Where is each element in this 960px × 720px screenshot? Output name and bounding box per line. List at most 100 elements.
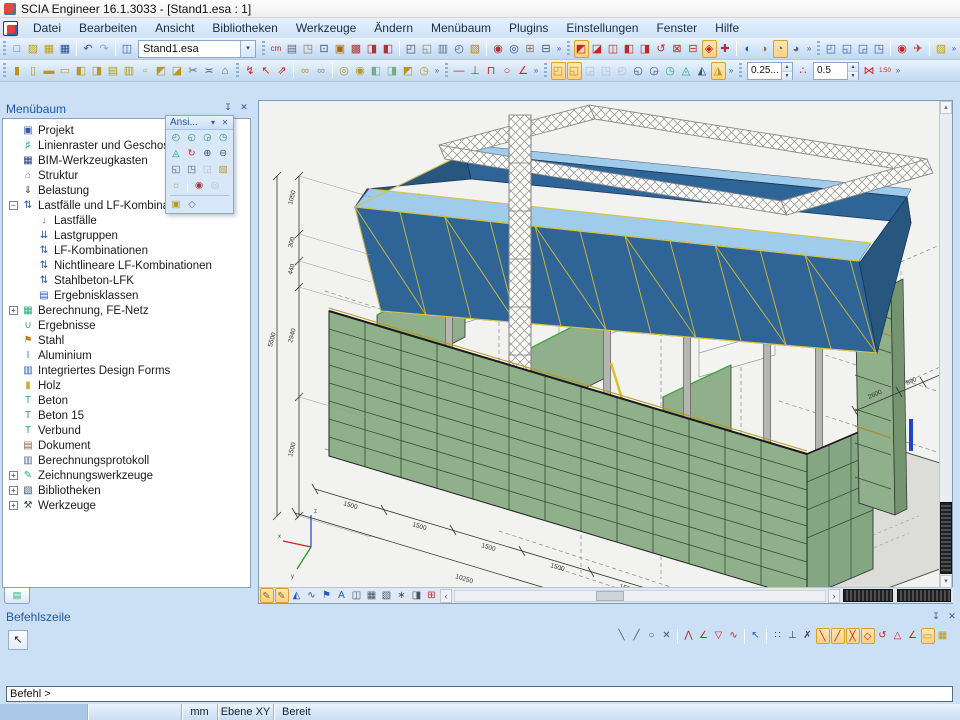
move-multi-icon[interactable]: ◩ (401, 62, 416, 80)
tree-item-dokument[interactable]: ▤Dokument (3, 438, 250, 453)
snap-percent-icon[interactable]: ∠ (906, 628, 920, 644)
snap-point-icon[interactable]: ∠ (697, 628, 711, 644)
close-icon[interactable]: ✕ (219, 118, 231, 127)
find-add-icon[interactable]: ◉ (353, 62, 368, 80)
table-input-icon[interactable]: ◨ (365, 40, 380, 58)
angle-snap-icon[interactable]: ⋈ (862, 62, 877, 80)
toolbar-grip[interactable] (445, 63, 448, 79)
more-selection-icon[interactable]: » (805, 40, 814, 58)
select-plane-icon[interactable]: ◧ (622, 40, 637, 58)
toolbar-grip[interactable] (567, 41, 570, 57)
intersection-icon[interactable]: ≍ (202, 62, 217, 80)
tree-item-lf-kombinationen[interactable]: ⇅LF-Kombinationen (3, 243, 250, 258)
clipbox-bottom-icon[interactable]: ◵ (631, 62, 646, 80)
status-units[interactable]: mm (182, 704, 218, 720)
view-z-icon[interactable]: ◶ (200, 131, 215, 145)
autodesign-icon[interactable]: ⊞ (523, 40, 538, 58)
select-add-icon[interactable]: ◪ (590, 40, 605, 58)
horizontal-scrollbar[interactable] (454, 590, 826, 602)
more-modify-icon[interactable]: » (433, 62, 442, 80)
view-x-icon[interactable]: ◴ (169, 131, 184, 145)
scroll-right-icon[interactable]: › (828, 589, 840, 603)
member-haunch-icon[interactable]: ◧ (74, 62, 89, 80)
volumes-icon[interactable]: ▦ (365, 588, 379, 603)
command-input[interactable] (6, 686, 953, 702)
surfaces-icon[interactable]: ▧ (380, 588, 394, 603)
spin-down-icon[interactable]: ▼ (782, 72, 792, 81)
layers-icon[interactable]: ▤ (285, 40, 300, 58)
line-red-icon[interactable]: — (452, 62, 467, 80)
more-clipbox-icon[interactable]: » (727, 62, 736, 80)
expand-toggle-icon[interactable]: + (9, 501, 18, 510)
snap-intersection-icon[interactable]: ╳ (846, 628, 860, 644)
load-panel-icon[interactable]: ◪ (170, 62, 185, 80)
toolbar-grip[interactable] (739, 63, 742, 79)
snap-mode-icon[interactable]: ⋀ (682, 628, 696, 644)
draw-line-icon[interactable]: ╲ (615, 628, 629, 644)
tree-item-ergebnisse[interactable]: ∪Ergebnisse (3, 318, 250, 333)
opening-icon[interactable]: ▫ (138, 62, 153, 80)
ruler-icon[interactable]: ▭ (921, 628, 935, 644)
project-combobox[interactable]: Stand1.esa ▾ (138, 40, 256, 58)
clipbox-all-icon[interactable]: ◶ (647, 62, 662, 80)
status-plane[interactable]: Ebene XY (218, 704, 274, 720)
dot-grid-icon[interactable]: ∷ (771, 628, 785, 644)
calculation-icon[interactable]: ◉ (491, 40, 506, 58)
save-all-icon[interactable]: ▦ (42, 40, 57, 58)
scrollbar-thumb[interactable] (596, 591, 624, 601)
tree-item-berechnung-fe-netz[interactable]: +▦Berechnung, FE-Netz (3, 303, 250, 318)
expand-toggle-icon[interactable]: + (9, 306, 18, 315)
toolbar-grip[interactable] (817, 41, 820, 57)
draw-polyline-icon[interactable]: ╱ (630, 628, 644, 644)
select-line-icon[interactable]: ◫ (606, 40, 621, 58)
snap-center-icon[interactable]: ✚ (718, 40, 733, 58)
select-invert-icon[interactable]: ⊠ (670, 40, 685, 58)
plate-icon[interactable]: ▤ (106, 62, 121, 80)
node-off-icon[interactable]: ∞ (314, 62, 329, 80)
render-wire-icon[interactable]: ◫ (350, 588, 364, 603)
calculator2-icon[interactable]: ▦ (936, 628, 950, 644)
tree-item-beton-15[interactable]: TBeton 15 (3, 408, 250, 423)
wall-icon[interactable]: ▥ (122, 62, 137, 80)
rendered-icon[interactable]: ◕ (789, 40, 804, 58)
scale-ratio-icon[interactable]: 1:50 (878, 62, 893, 80)
member-column-icon[interactable]: ▯ (26, 62, 41, 80)
current-ucs-icon[interactable]: ⊡ (317, 40, 332, 58)
main-3d-view[interactable]: 1050 300 440 2940 1500 5500 1500 1500 15… (259, 101, 940, 588)
clipbox-store-icon[interactable]: ◮ (711, 62, 726, 80)
select-polygon-icon[interactable]: ↺ (654, 40, 669, 58)
menu-ändern[interactable]: Ändern (365, 19, 422, 37)
view-axo-icon[interactable]: ◷ (216, 131, 231, 145)
snap-arc-center-icon[interactable]: ↺ (876, 628, 890, 644)
scale-spinner[interactable]: 0.5 ▲▼ (813, 62, 859, 80)
fe-mesh-display-icon[interactable]: ⊞ (425, 588, 439, 603)
snap-endpoint-icon[interactable]: ╲ (816, 628, 830, 644)
scroll-left-icon[interactable]: ‹ (440, 589, 452, 603)
table-results-icon[interactable]: ◧ (381, 40, 396, 58)
check-structure-icon[interactable]: ◎ (507, 40, 522, 58)
fast-adjust-icon[interactable]: ✎ (260, 588, 274, 603)
calculator-icon[interactable]: ⊟ (539, 40, 554, 58)
menu-bearbeiten[interactable]: Bearbeiten (70, 19, 146, 37)
close-icon[interactable]: ✕ (237, 101, 251, 115)
open-esa-folder-icon[interactable]: ▨ (934, 40, 949, 58)
fe-mesh-icon[interactable]: ▩ (349, 40, 364, 58)
tree-item-lastgruppen[interactable]: ⇊Lastgruppen (3, 228, 250, 243)
local-axes-icon[interactable]: ∗ (395, 588, 409, 603)
dock-ribbed-handle[interactable] (843, 589, 893, 602)
cascade-windows-icon[interactable]: ◲ (856, 40, 871, 58)
clipbox-none-icon[interactable]: ◷ (663, 62, 678, 80)
zoom-in-icon[interactable]: ⊕ (200, 147, 215, 161)
tree-item-berechnungsprotokoll[interactable]: ▥Berechnungsprotokoll (3, 453, 250, 468)
view-y-icon[interactable]: ◵ (184, 131, 199, 145)
filter-icon[interactable]: ▽ (712, 628, 726, 644)
project-manager-icon[interactable]: ◫ (120, 40, 135, 58)
select-minus-icon[interactable]: ⊟ (686, 40, 701, 58)
labels-icon[interactable]: A (335, 588, 349, 603)
vertical-scrollbar[interactable]: ▴ ▾ (939, 101, 952, 588)
model-data-icon[interactable]: ◨ (410, 588, 424, 603)
tree-item-nichtlineare-lf-kombinationen[interactable]: ⇅Nichtlineare LF-Kombinationen (3, 258, 250, 273)
menubaum-tab[interactable]: ▤ (4, 588, 30, 604)
menu-werkzeuge[interactable]: Werkzeuge (287, 19, 365, 37)
pin-icon[interactable]: ↧ (221, 101, 235, 115)
